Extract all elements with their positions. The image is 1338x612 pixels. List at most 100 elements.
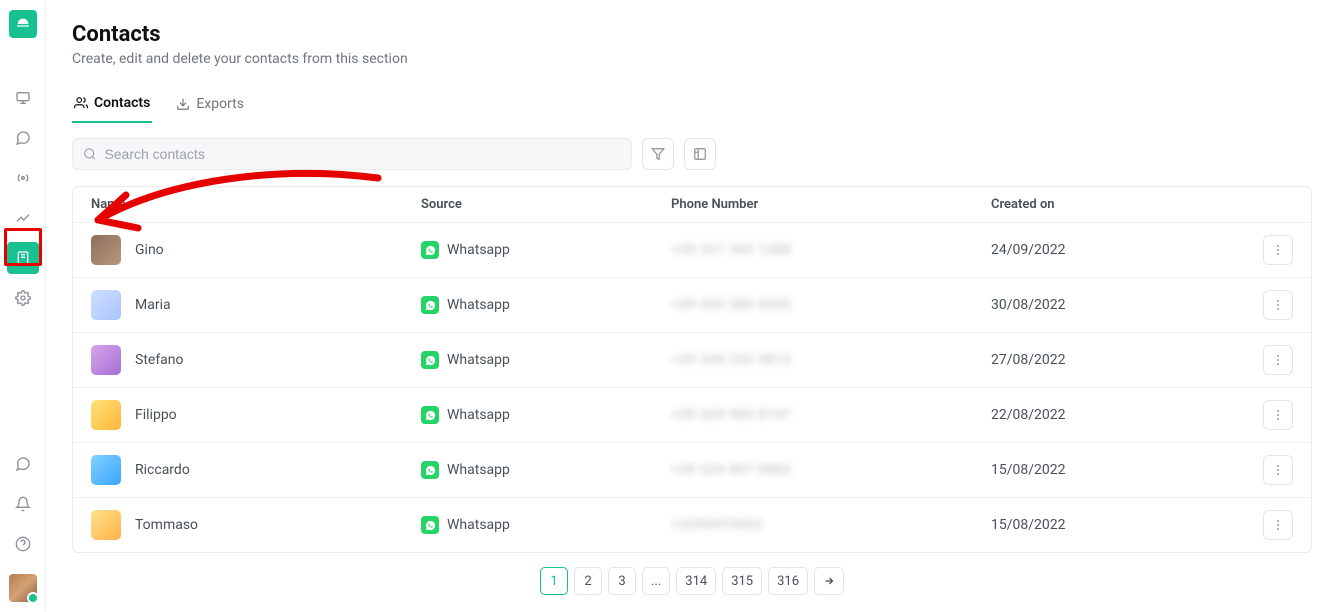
phone-cell: +3296970052: [671, 517, 991, 533]
pagination: 123...314315316: [72, 553, 1312, 612]
row-actions-button[interactable]: [1263, 345, 1293, 375]
contact-avatar: [91, 235, 121, 265]
help-icon[interactable]: [7, 528, 39, 560]
contact-avatar: [91, 455, 121, 485]
search-icon: [83, 147, 96, 161]
source-cell: Whatsapp: [421, 461, 671, 479]
contact-name: Riccardo: [135, 462, 190, 478]
contact-avatar: [91, 400, 121, 430]
whatsapp-icon: [421, 516, 439, 534]
source-label: Whatsapp: [447, 352, 510, 368]
phone-cell: +39 529 897 0882: [671, 462, 991, 478]
pagination-page[interactable]: 315: [722, 567, 762, 595]
contact-avatar: [91, 345, 121, 375]
page-title: Contacts: [72, 22, 1312, 47]
table-row[interactable]: Filippo Whatsapp +39 369 989 8147 22/08/…: [73, 387, 1311, 442]
search-input[interactable]: [104, 146, 621, 162]
whatsapp-icon: [421, 351, 439, 369]
whatsapp-icon: [421, 296, 439, 314]
created-cell: 27/08/2022: [991, 352, 1251, 368]
table-header: Name Source Phone Number Created on: [73, 187, 1311, 222]
table-row[interactable]: Maria Whatsapp +39 345 586 9555 30/08/20…: [73, 277, 1311, 332]
more-vertical-icon: [1271, 243, 1285, 257]
pagination-page[interactable]: 316: [768, 567, 808, 595]
whatsapp-icon: [421, 406, 439, 424]
filter-button[interactable]: [642, 138, 674, 170]
contact-name: Filippo: [135, 407, 177, 423]
created-cell: 30/08/2022: [991, 297, 1251, 313]
source-cell: Whatsapp: [421, 406, 671, 424]
settings-icon[interactable]: [7, 282, 39, 314]
more-vertical-icon: [1271, 353, 1285, 367]
whatsapp-icon: [421, 461, 439, 479]
tab-exports[interactable]: Exports: [174, 89, 246, 123]
phone-cell: +39 345 586 9555: [671, 297, 991, 313]
brand-logo[interactable]: [9, 10, 37, 38]
whatsapp-icon[interactable]: [7, 448, 39, 480]
created-cell: 22/08/2022: [991, 407, 1251, 423]
contact-name: Maria: [135, 297, 171, 313]
columns-icon: [693, 147, 707, 161]
pagination-ellipsis: ...: [642, 567, 670, 595]
more-vertical-icon: [1271, 463, 1285, 477]
contact-name: Gino: [135, 242, 164, 258]
pagination-page[interactable]: 3: [608, 567, 636, 595]
source-cell: Whatsapp: [421, 351, 671, 369]
bell-icon[interactable]: [7, 488, 39, 520]
table-row[interactable]: Gino Whatsapp +39 331 365 1388 24/09/202…: [73, 222, 1311, 277]
columns-button[interactable]: [684, 138, 716, 170]
table-row[interactable]: Tommaso Whatsapp +3296970052 15/08/2022: [73, 497, 1311, 552]
sidebar: [0, 0, 46, 612]
col-phone: Phone Number: [671, 197, 991, 212]
row-actions-button[interactable]: [1263, 400, 1293, 430]
page-subtitle: Create, edit and delete your contacts fr…: [72, 51, 1312, 67]
chat-icon[interactable]: [7, 122, 39, 154]
monitor-icon[interactable]: [7, 82, 39, 114]
trending-icon[interactable]: [7, 202, 39, 234]
contact-name: Stefano: [135, 352, 184, 368]
tab-contacts-label: Contacts: [94, 95, 150, 111]
broadcast-icon[interactable]: [7, 162, 39, 194]
main-content: Contacts Create, edit and delete your co…: [46, 0, 1338, 612]
created-cell: 15/08/2022: [991, 462, 1251, 478]
name-cell: Riccardo: [91, 455, 421, 485]
download-icon: [176, 97, 190, 111]
pagination-next[interactable]: [814, 567, 844, 595]
toolbar: [72, 138, 1312, 170]
source-label: Whatsapp: [447, 242, 510, 258]
table-row[interactable]: Riccardo Whatsapp +39 529 897 0882 15/08…: [73, 442, 1311, 497]
row-actions-button[interactable]: [1263, 235, 1293, 265]
source-cell: Whatsapp: [421, 516, 671, 534]
name-cell: Stefano: [91, 345, 421, 375]
pagination-page[interactable]: 314: [676, 567, 716, 595]
table-row[interactable]: Stefano Whatsapp +39 349 232 9815 27/08/…: [73, 332, 1311, 387]
arrow-right-icon: [823, 575, 835, 587]
created-cell: 24/09/2022: [991, 242, 1251, 258]
contacts-icon[interactable]: [7, 242, 39, 274]
search-container[interactable]: [72, 138, 632, 170]
tab-contacts[interactable]: Contacts: [72, 89, 152, 123]
created-cell: 15/08/2022: [991, 517, 1251, 533]
more-vertical-icon: [1271, 408, 1285, 422]
row-actions-button[interactable]: [1263, 290, 1293, 320]
contact-avatar: [91, 510, 121, 540]
source-label: Whatsapp: [447, 297, 510, 313]
users-icon: [74, 96, 88, 110]
source-cell: Whatsapp: [421, 296, 671, 314]
row-actions-button[interactable]: [1263, 510, 1293, 540]
pagination-page[interactable]: 1: [540, 567, 568, 595]
tab-exports-label: Exports: [196, 96, 244, 112]
source-label: Whatsapp: [447, 407, 510, 423]
row-actions-button[interactable]: [1263, 455, 1293, 485]
col-source: Source: [421, 197, 671, 212]
source-cell: Whatsapp: [421, 241, 671, 259]
contact-name: Tommaso: [135, 517, 198, 533]
source-label: Whatsapp: [447, 517, 510, 533]
contact-avatar: [91, 290, 121, 320]
more-vertical-icon: [1271, 518, 1285, 532]
name-cell: Maria: [91, 290, 421, 320]
phone-cell: +39 331 365 1388: [671, 242, 991, 258]
phone-cell: +39 349 232 9815: [671, 352, 991, 368]
user-avatar[interactable]: [9, 574, 37, 602]
pagination-page[interactable]: 2: [574, 567, 602, 595]
